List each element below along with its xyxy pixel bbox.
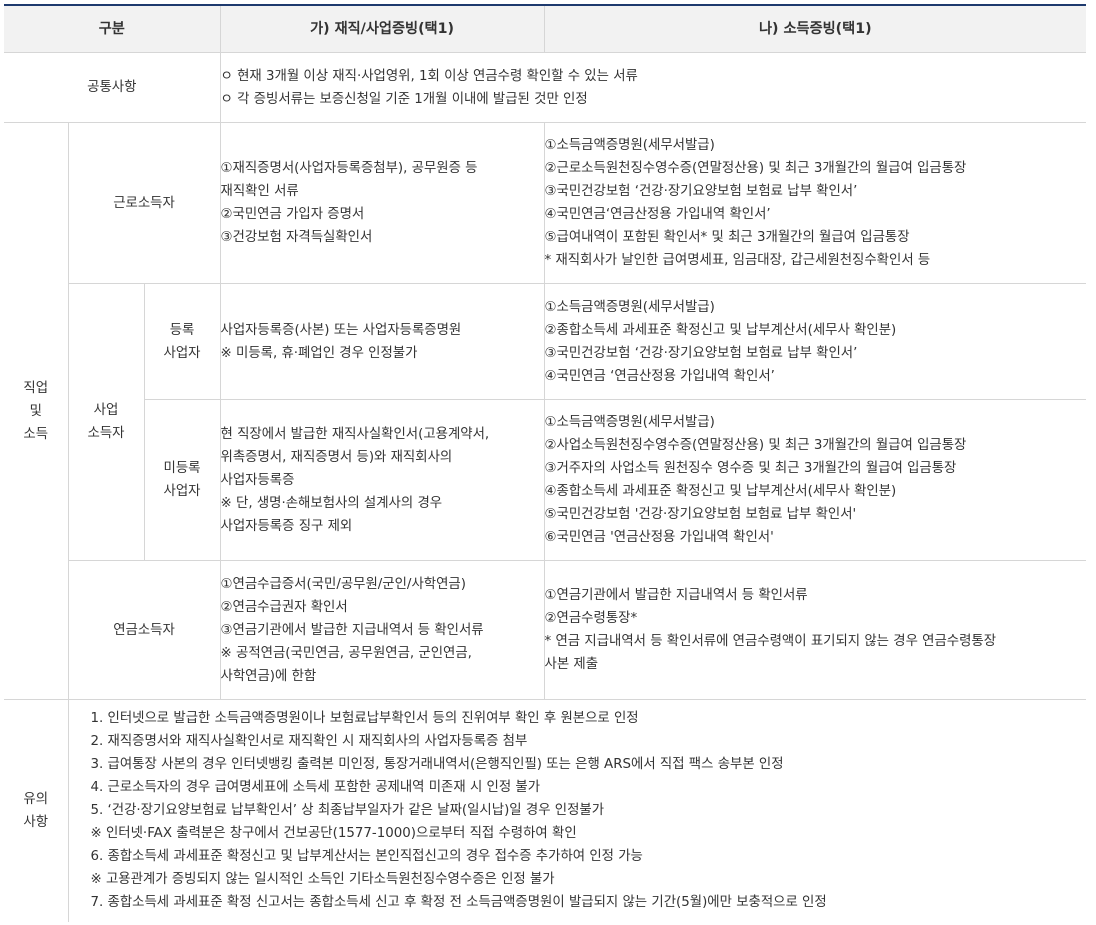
registered-business-row: 사업 소득자 등록 사업자 사업자등록증(사본) 또는 사업자등록증명원 ※ 미…: [4, 283, 1087, 561]
note-item: 1. 인터넷으로 발급한 소득금액증명원이나 보험료납부확인서 등의 진위여부 …: [90, 711, 639, 727]
header-income-proof: 나) 소득증빙(택1): [543, 4, 1087, 53]
unregistered-business-label: 미등록 사업자: [144, 399, 221, 561]
common-line: ㅇ 각 증빙서류는 보증신청일 기준 1개월 이내에 발급된 것만 인정: [220, 91, 588, 107]
note-item: 2. 재직증명서와 재직사실확인서로 재직확인 시 재직회사의 사업자등록증 첨…: [90, 734, 528, 750]
note-item: ※ 인터넷·FAX 출력분은 창구에서 건보공단(1577-1000)으로부터 …: [90, 826, 577, 842]
wage-earner-income: ①소득금액증명원(세무서발급) ②근로소득원천징수영수증(연말정산용) 및 최근…: [543, 122, 1087, 284]
pension-employment: ①연금수급증서(국민/공무원/군인/사학연금) ②연금수급권자 확인서 ③연금기…: [219, 560, 545, 700]
wage-earner-label: 근로소득자: [67, 122, 221, 284]
pension-income: ①연금기관에서 발급한 지급내역서 등 확인서류 ②연금수령통장* * 연금 지…: [543, 560, 1087, 700]
common-label: 공통사항: [4, 52, 221, 123]
note-item: 5. ‘건강·장기요양보험료 납부확인서’ 상 최종납부일자가 같은 날짜(일시…: [90, 803, 605, 819]
business-income-label: 사업 소득자: [68, 283, 145, 561]
wage-earner-row: 직업 및 소득 근로소득자 ①재직증명서(사업자등록증첨부), 공무원증 등 재…: [4, 122, 1087, 700]
pension-row: 연금소득자 ①연금수급증서(국민/공무원/군인/사학연금) ②연금수급권자 확인…: [4, 560, 1087, 700]
note-item: 7. 종합소득세 과세표준 확정 신고서는 종합소득세 신고 후 확정 전 소득…: [90, 895, 827, 911]
registered-business-label: 등록 사업자: [143, 283, 221, 400]
registered-business-employment: 사업자등록증(사본) 또는 사업자등록증명원 ※ 미등록, 휴·폐업인 경우 인…: [219, 283, 545, 400]
common-content: ㅇ 현재 3개월 이상 재직·사업영위, 1회 이상 연금수령 확인할 수 있는…: [219, 52, 1087, 123]
note-item: ※ 고용관계가 증빙되지 않는 일시적인 소득인 기타소득원천징수영수증은 인정…: [90, 872, 555, 888]
document-requirements-table: 구분 가) 재직/사업증빙(택1) 나) 소득증빙(택1) 공통사항 ㅇ 현재 …: [4, 4, 1087, 922]
unregistered-business-row: 미등록 사업자 현 직장에서 발급한 재직사실확인서(고용계약서, 위촉증명서,…: [4, 399, 1087, 561]
note-item: 3. 급여통장 사본의 경우 인터넷뱅킹 출력본 미인정, 통장거래내역서(은행…: [90, 757, 784, 773]
wage-earner-employment: ①재직증명서(사업자등록증첨부), 공무원증 등 재직확인 서류 ②국민연금 가…: [219, 122, 545, 284]
note-item: 4. 근로소득자의 경우 급여명세표에 소득세 포함한 공제내역 미존재 시 인…: [90, 780, 541, 796]
notes-row: 유의 사항 1. 인터넷으로 발급한 소득금액증명원이나 보험료납부확인서 등의…: [4, 699, 1087, 922]
pension-label: 연금소득자: [68, 560, 221, 700]
notes-content: 1. 인터넷으로 발급한 소득금액증명원이나 보험료납부확인서 등의 진위여부 …: [67, 699, 1087, 922]
job-income-label: 직업 및 소득: [4, 122, 69, 700]
common-line: ㅇ 현재 3개월 이상 재직·사업영위, 1회 이상 연금수령 확인할 수 있는…: [220, 68, 638, 84]
registered-business-income: ①소득금액증명원(세무서발급) ②종합소득세 과세표준 확정신고 및 납부계산서…: [543, 283, 1087, 400]
unregistered-business-income: ①소득금액증명원(세무서발급) ②사업소득원천징수영수증(연말정산용) 및 최근…: [543, 399, 1087, 561]
common-row: 공통사항 ㅇ 현재 3개월 이상 재직·사업영위, 1회 이상 연금수령 확인할…: [4, 52, 1087, 123]
header-employment-proof: 가) 재직/사업증빙(택1): [219, 4, 545, 53]
header-row: 구분 가) 재직/사업증빙(택1) 나) 소득증빙(택1): [4, 4, 1087, 53]
header-category: 구분: [4, 4, 221, 53]
note-item: 6. 종합소득세 과세표준 확정신고 및 납부계산서는 본인직접신고의 경우 접…: [90, 849, 643, 865]
unregistered-business-employment: 현 직장에서 발급한 재직사실확인서(고용계약서, 위촉증명서, 재직증명서 등…: [219, 399, 545, 561]
notes-label: 유의 사항: [4, 699, 69, 922]
